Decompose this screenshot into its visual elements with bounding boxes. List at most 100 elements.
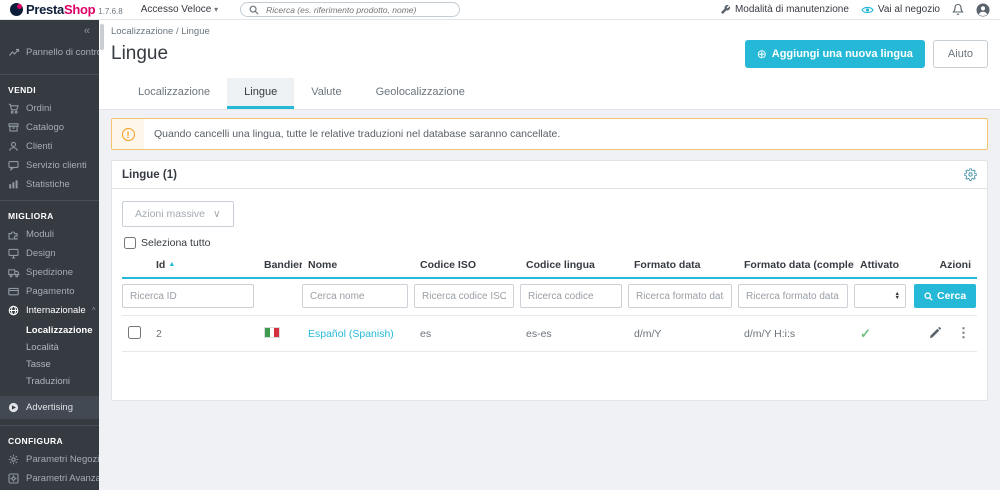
top-bar: Presta Shop 1.7.6.8 Accesso Veloce ▾ Mod… (0, 0, 1000, 20)
quick-access-menu[interactable]: Accesso Veloce ▾ (141, 4, 218, 15)
row-actions-menu-icon[interactable]: ⋮ (957, 325, 971, 341)
archive-box-icon (8, 122, 20, 133)
bar-chart-icon (8, 179, 20, 190)
monitor-icon (8, 248, 20, 259)
filter-date-full-input[interactable] (738, 284, 848, 308)
warning-icon-box: ! (112, 119, 144, 149)
cell-id: 2 (150, 315, 258, 352)
sidebar-collapse-button[interactable]: « (84, 25, 90, 37)
global-search[interactable] (240, 2, 461, 17)
version-label: 1.7.6.8 (98, 7, 123, 16)
sidebar-item-advertising[interactable]: Advertising (0, 396, 99, 419)
section-title: MIGLIORA (8, 211, 54, 221)
select-all-control[interactable]: Seleziona tutto (124, 237, 977, 249)
page-header: Localizzazione / Lingue Lingue ⊕ Aggiung… (99, 20, 1000, 110)
sidebar-item-design[interactable]: Design (0, 244, 99, 263)
row-checkbox[interactable] (128, 325, 141, 339)
arrow-down-icon: ▼ (894, 295, 900, 301)
eye-icon (861, 5, 874, 15)
submenu-item-localita[interactable]: Località (26, 339, 99, 356)
plus-circle-icon: ⊕ (756, 47, 767, 61)
sidebar-nav: « Pannello di controllo VENDI Ordini Cat… (0, 20, 99, 490)
tab-geolocalizzazione[interactable]: Geolocalizzazione (359, 78, 482, 109)
sidebar-item-statistiche[interactable]: Statistiche (0, 175, 99, 194)
internazionale-submenu: Localizzazione Località Tasse Traduzioni (0, 320, 99, 396)
filter-code-input[interactable] (520, 284, 622, 308)
sidebar-item-ordini[interactable]: Ordini (0, 99, 99, 118)
sidebar-item-catalogo[interactable]: Catalogo (0, 118, 99, 137)
puzzle-icon (8, 229, 20, 240)
select-all-checkbox[interactable] (124, 237, 136, 249)
sidebar-item-dashboard[interactable]: Pannello di controllo (0, 39, 99, 68)
tab-localizzazione[interactable]: Localizzazione (121, 78, 227, 109)
help-button[interactable]: Aiuto (932, 40, 988, 68)
cell-date-format: d/m/Y (628, 315, 738, 352)
sidebar-item-parametri-negozio[interactable]: Parametri Negozio (0, 450, 99, 469)
filter-name-input[interactable] (302, 284, 408, 308)
cell-date-format-full: d/m/Y H:i:s (738, 315, 854, 352)
filter-active-select[interactable]: ▲ ▼ (854, 284, 906, 308)
view-shop-link[interactable]: Vai al negozio (861, 4, 940, 15)
globe-icon (8, 305, 20, 316)
chat-bubble-icon (8, 160, 20, 171)
advertising-icon (8, 402, 20, 413)
edit-pencil-icon[interactable] (929, 327, 941, 339)
filter-date-input[interactable] (628, 284, 732, 308)
sidebar-item-pagamento[interactable]: Pagamento (0, 282, 99, 301)
section-title: VENDI (8, 85, 36, 95)
column-attivato: Attivato (854, 253, 914, 279)
search-icon (249, 5, 259, 15)
column-id[interactable]: Id ▲ (150, 253, 258, 279)
maintenance-mode[interactable]: Modalità di manutenzione (720, 4, 849, 15)
table-header-row: Id▲ Bandiera Nome Codice ISO Codice ling… (122, 253, 977, 279)
filter-id-input[interactable] (122, 284, 254, 308)
panel-title: Lingue (1) (122, 168, 177, 181)
warning-alert: ! Quando cancelli una lingua, tutte le r… (111, 118, 988, 150)
search-input[interactable] (264, 3, 452, 16)
language-flag-icon (264, 326, 280, 338)
search-submit-button[interactable]: Cerca (914, 284, 977, 308)
page-title: Lingue (111, 43, 169, 64)
caret-down-icon: ▾ (214, 5, 219, 14)
sidebar-item-clienti[interactable]: Clienti (0, 137, 99, 156)
column-checkbox (122, 253, 150, 279)
cell-language-code: es-es (520, 315, 628, 352)
panel-settings-gear-icon[interactable] (964, 168, 977, 181)
sidebar-item-parametri-avanzati[interactable]: Parametri Avanzati (0, 469, 99, 488)
filter-iso-input[interactable] (414, 284, 514, 308)
languages-table: Id▲ Bandiera Nome Codice ISO Codice ling… (122, 253, 977, 352)
scrollbar-thumb[interactable] (100, 24, 104, 50)
tab-lingue[interactable]: Lingue (227, 78, 295, 109)
enabled-check-icon[interactable]: ✓ (860, 326, 871, 341)
sidebar-item-internazionale[interactable]: Internazionale ^ (0, 301, 99, 320)
language-name-link[interactable]: Español (Spanish) (308, 328, 394, 340)
trending-up-icon (8, 47, 20, 58)
sidebar-item-moduli[interactable]: Moduli (0, 225, 99, 244)
wrench-icon (720, 4, 731, 15)
tab-valute[interactable]: Valute (294, 78, 358, 109)
submenu-item-localizzazione[interactable]: Localizzazione (26, 322, 99, 339)
breadcrumb: Localizzazione / Lingue (111, 26, 210, 37)
sidebar-item-servizio-clienti[interactable]: Servizio clienti (0, 156, 99, 175)
sidebar-section-vendi: VENDI Ordini Catalogo Clienti Servizio c… (0, 74, 99, 194)
user-avatar-icon[interactable] (976, 3, 990, 17)
bulk-actions-button[interactable]: Azioni massive ∨ (122, 201, 234, 227)
sidebar-section-configura: CONFIGURA Parametri Negozio Parametri Av… (0, 425, 99, 488)
column-formato-data-completo: Formato data (completo) (738, 253, 854, 279)
column-formato-data: Formato data (628, 253, 738, 279)
language-row[interactable]: 2 Español (Spanish) es es-es d/m/Y d/m/Y… (122, 315, 977, 352)
column-nome: Nome (302, 253, 414, 279)
prestashop-logo[interactable]: Presta Shop 1.7.6.8 (10, 2, 123, 17)
section-title: CONFIGURA (8, 436, 64, 446)
notifications-bell-icon[interactable] (952, 3, 964, 16)
add-language-button[interactable]: ⊕ Aggiungi una nuova lingua (744, 40, 925, 68)
cell-iso: es (414, 315, 520, 352)
submenu-item-traduzioni[interactable]: Traduzioni (26, 373, 99, 390)
main-content: Localizzazione / Lingue Lingue ⊕ Aggiung… (99, 20, 1000, 490)
sidebar-section-migliora: MIGLIORA Moduli Design Spedizione Pagame… (0, 200, 99, 419)
sidebar-item-spedizione[interactable]: Spedizione (0, 263, 99, 282)
submenu-item-tasse[interactable]: Tasse (26, 356, 99, 373)
warning-text: Quando cancelli una lingua, tutte le rel… (154, 128, 561, 140)
caret-down-icon: ∨ (213, 208, 221, 220)
app-window: Presta Shop 1.7.6.8 Accesso Veloce ▾ Mod… (0, 0, 1000, 490)
